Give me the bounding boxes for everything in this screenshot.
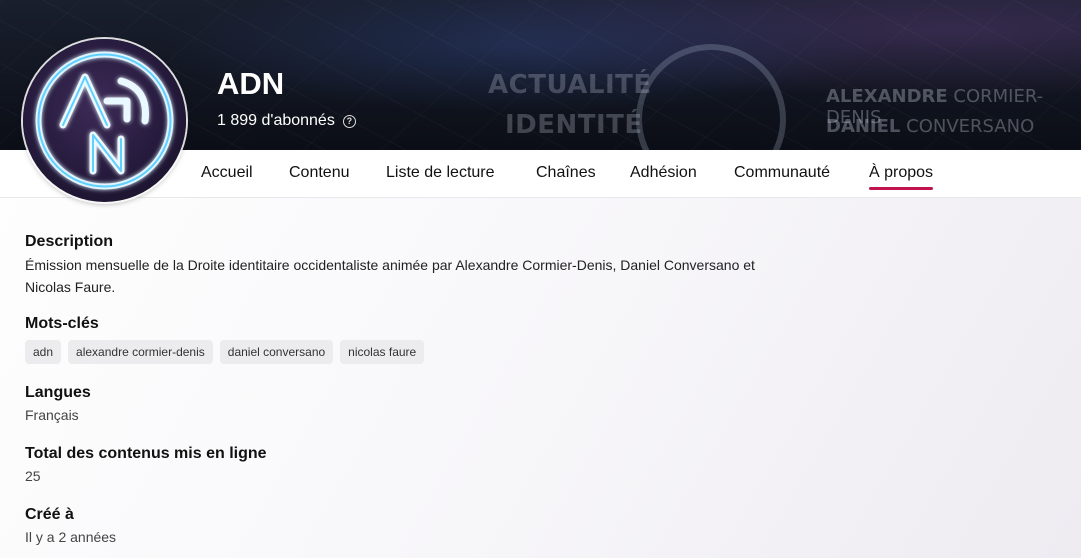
subscriber-count-text: 1 899 d'abonnés bbox=[217, 112, 335, 129]
description-text: Émission mensuelle de la Droite identita… bbox=[25, 257, 755, 295]
total-uploads-value: 25 bbox=[25, 468, 41, 484]
created-section: Créé à Il y a 2 années bbox=[25, 506, 116, 545]
tab-communaute[interactable]: Communauté bbox=[734, 164, 830, 182]
keyword-tag[interactable]: adn bbox=[25, 340, 62, 364]
channel-avatar[interactable] bbox=[23, 39, 186, 202]
tab-chaines[interactable]: Chaînes bbox=[536, 164, 596, 182]
section-title: Total des contenus mis en ligne bbox=[25, 445, 267, 462]
tab-adhesion[interactable]: Adhésion bbox=[630, 164, 697, 182]
language-value: Français bbox=[25, 407, 79, 423]
keywords-section: Mots-clés adn alexandre cormier-denis da… bbox=[25, 315, 425, 364]
tab-liste-de-lecture[interactable]: Liste de lecture bbox=[386, 164, 495, 182]
tab-accueil[interactable]: Accueil bbox=[201, 164, 253, 182]
keyword-tag[interactable]: alexandre cormier-denis bbox=[68, 340, 213, 364]
channel-name: ADN bbox=[217, 66, 285, 101]
banner-word: IDENTITÉ bbox=[505, 110, 643, 140]
section-title: Description bbox=[25, 233, 114, 250]
section-title: Créé à bbox=[25, 506, 74, 523]
banner-word: ACTUALITÉ bbox=[488, 70, 652, 100]
tab-a-propos[interactable]: À propos bbox=[869, 164, 934, 190]
total-uploads-section: Total des contenus mis en ligne 25 bbox=[25, 445, 425, 484]
adn-logo-icon bbox=[35, 51, 174, 190]
created-value: Il y a 2 années bbox=[25, 529, 117, 545]
section-title: Mots-clés bbox=[25, 315, 99, 332]
keyword-tag[interactable]: daniel conversano bbox=[219, 340, 334, 364]
help-circle-icon[interactable]: ? bbox=[342, 114, 356, 128]
tab-contenu[interactable]: Contenu bbox=[289, 164, 350, 182]
keyword-tags: adn alexandre cormier-denis daniel conve… bbox=[25, 340, 425, 364]
banner-host-name: DANIEL CONVERSANO bbox=[826, 116, 1035, 137]
languages-section: Langues Français bbox=[25, 384, 91, 423]
keyword-tag[interactable]: nicolas faure bbox=[340, 340, 425, 364]
subscriber-count: 1 899 d'abonnés ? bbox=[217, 112, 356, 130]
section-title: Langues bbox=[25, 384, 91, 401]
description-section: Description Émission mensuelle de la Dro… bbox=[25, 233, 825, 298]
